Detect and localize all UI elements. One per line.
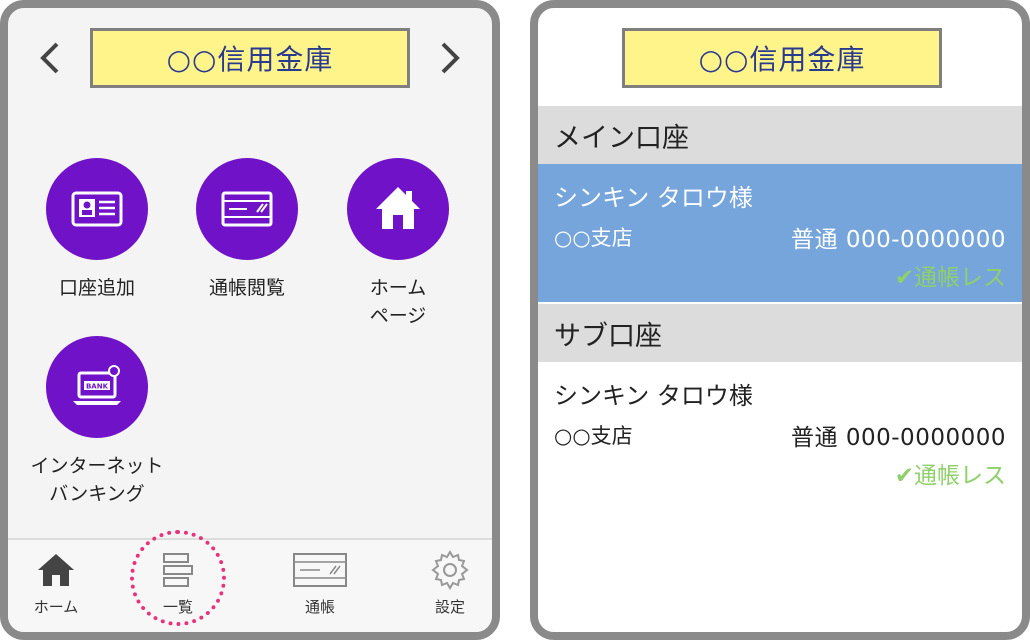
account-holder: シンキン タロウ様 <box>554 184 753 212</box>
menu-view-passbook[interactable]: 通帳閲覧 <box>177 158 317 302</box>
bank-title: ○○信用金庫 <box>622 28 942 88</box>
passbook-icon <box>293 553 347 587</box>
menu-label: ホーム ページ <box>369 277 427 327</box>
nav-settings[interactable]: 設定 <box>400 548 492 617</box>
id-card-icon <box>46 158 148 260</box>
bottom-nav: ホーム 一覧 通帳 設定 <box>8 538 492 632</box>
account-number: 普通 000-0000000 <box>791 425 1006 451</box>
nav-label: 一覧 <box>162 598 193 616</box>
menu-label: 通帳閲覧 <box>208 277 285 299</box>
right-phone-screen: ○○信用金庫 メイン口座 シンキン タロウ様 ○○支店 普通 000-00000… <box>530 0 1030 640</box>
nav-home[interactable]: ホーム <box>8 548 106 617</box>
laptop-bank-icon: BANK <box>46 336 148 438</box>
account-number: 普通 000-0000000 <box>791 227 1006 253</box>
svg-text:BANK: BANK <box>86 383 109 391</box>
passbookless-badge: ✔通帳レス <box>894 265 1006 291</box>
left-phone-screen: ○○信用金庫 口座追加 通帳閲覧 ホーム ページ BANK インターネット バン… <box>0 0 500 640</box>
passbookless-badge: ✔通帳レス <box>894 463 1006 489</box>
gear-icon <box>431 550 469 590</box>
home-icon <box>38 554 74 586</box>
menu-internet-banking[interactable]: BANK インターネット バンキング <box>27 336 167 508</box>
nav-label: 設定 <box>434 598 465 616</box>
passbook-card-icon <box>196 158 298 260</box>
menu-label: 口座追加 <box>58 277 135 299</box>
main-account-heading: メイン口座 <box>538 106 1022 164</box>
nav-passbook[interactable]: 通帳 <box>270 548 370 617</box>
home-icon <box>347 158 449 260</box>
account-branch: ○○支店 <box>554 226 633 250</box>
account-row[interactable]: シンキン タロウ様 ○○支店 普通 000-0000000 ✔通帳レス <box>538 362 1022 500</box>
menu-add-account[interactable]: 口座追加 <box>27 158 167 302</box>
menu-label: インターネット バンキング <box>30 455 164 505</box>
nav-label: ホーム <box>33 598 79 616</box>
nav-label: 通帳 <box>304 598 335 616</box>
list-icon <box>163 553 193 587</box>
sub-account-heading: サブ口座 <box>538 304 1022 362</box>
account-row[interactable]: シンキン タロウ様 ○○支店 普通 000-0000000 ✔通帳レス <box>538 164 1022 302</box>
chevron-left-icon[interactable] <box>32 40 68 76</box>
chevron-right-icon[interactable] <box>432 40 468 76</box>
account-branch: ○○支店 <box>554 424 633 448</box>
account-holder: シンキン タロウ様 <box>554 382 753 410</box>
bank-title: ○○信用金庫 <box>90 28 410 88</box>
menu-homepage[interactable]: ホーム ページ <box>328 158 468 330</box>
nav-list[interactable]: 一覧 <box>128 548 228 617</box>
